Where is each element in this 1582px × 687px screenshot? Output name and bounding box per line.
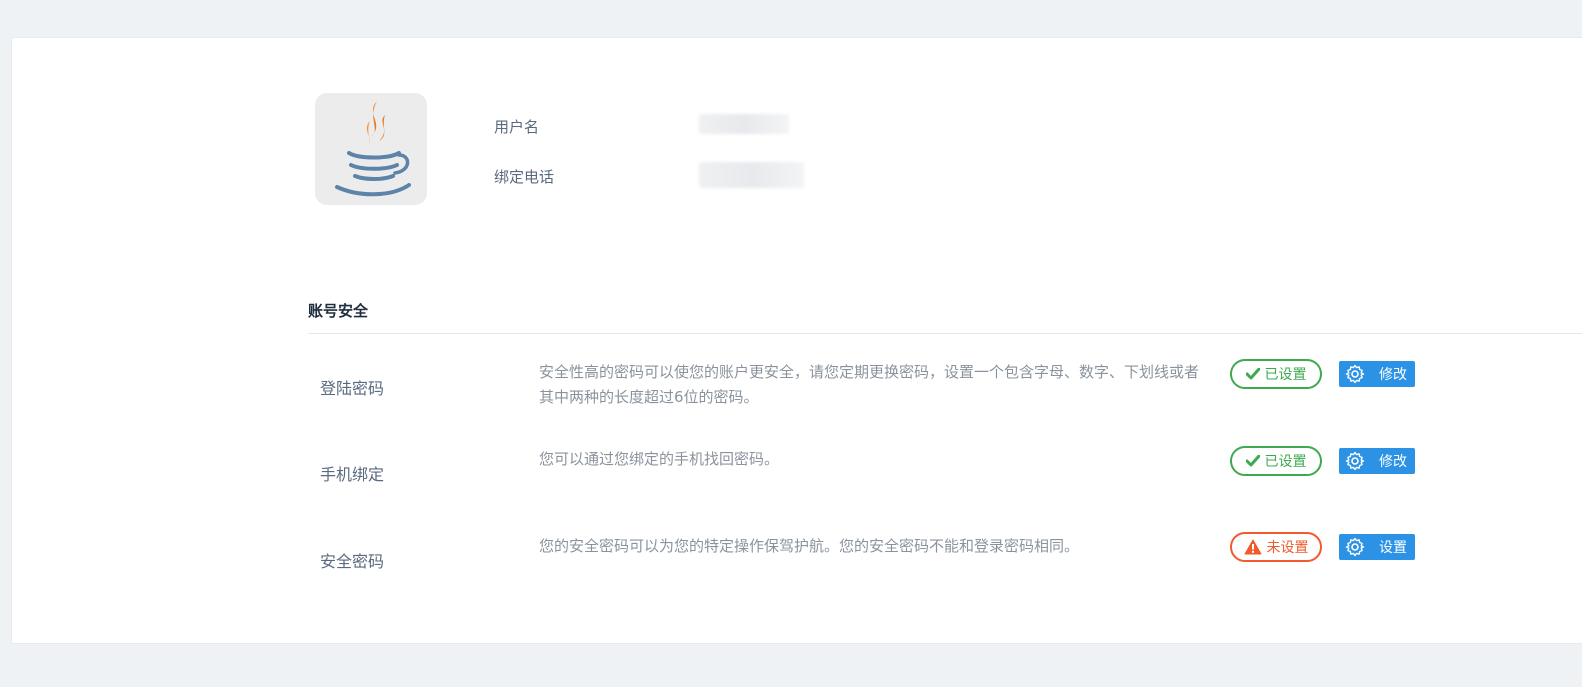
gear-icon bbox=[1345, 364, 1365, 384]
warning-icon bbox=[1244, 539, 1262, 555]
phone-label: 绑定电话 bbox=[494, 168, 555, 186]
status-text: 已设置 bbox=[1264, 454, 1307, 470]
status-badge: 未设置 bbox=[1230, 532, 1322, 562]
phone-value bbox=[699, 162, 804, 188]
status-badge: 已设置 bbox=[1230, 359, 1322, 389]
row-description: 您可以通过您绑定的手机找回密码。 bbox=[539, 450, 780, 468]
check-icon bbox=[1245, 455, 1260, 467]
section-title: 账号安全 bbox=[308, 302, 369, 320]
button-label: 修改 bbox=[1379, 454, 1407, 470]
row-label: 手机绑定 bbox=[320, 465, 385, 484]
gear-icon bbox=[1345, 451, 1365, 471]
button-label: 设置 bbox=[1379, 540, 1407, 556]
row-label: 登陆密码 bbox=[320, 379, 385, 398]
modify-password-button[interactable]: 修改 bbox=[1339, 361, 1415, 387]
status-badge: 已设置 bbox=[1230, 446, 1322, 476]
status-text: 未设置 bbox=[1266, 540, 1309, 556]
username-label: 用户名 bbox=[494, 118, 540, 136]
button-label: 修改 bbox=[1379, 367, 1407, 383]
username-value bbox=[699, 114, 789, 134]
set-security-password-button[interactable]: 设置 bbox=[1339, 534, 1415, 560]
status-text: 已设置 bbox=[1264, 367, 1307, 383]
row-description: 安全性高的密码可以使您的账户更安全，请您定期更换密码，设置一个包含字母、数字、下… bbox=[539, 363, 1200, 406]
gear-icon bbox=[1345, 537, 1365, 557]
account-card: 用户名 绑定电话 账号安全 登陆密码 安全性高的密码可以使您的账户更安全，请您定… bbox=[11, 37, 1582, 644]
java-coffee-cup-icon bbox=[335, 101, 411, 197]
section-divider bbox=[308, 333, 1582, 334]
modify-phone-button[interactable]: 修改 bbox=[1339, 448, 1415, 474]
avatar[interactable] bbox=[315, 93, 427, 205]
row-label: 安全密码 bbox=[320, 552, 385, 571]
row-description: 您的安全密码可以为您的特定操作保驾护航。您的安全密码不能和登录密码相同。 bbox=[539, 537, 1080, 555]
check-icon bbox=[1245, 368, 1260, 380]
